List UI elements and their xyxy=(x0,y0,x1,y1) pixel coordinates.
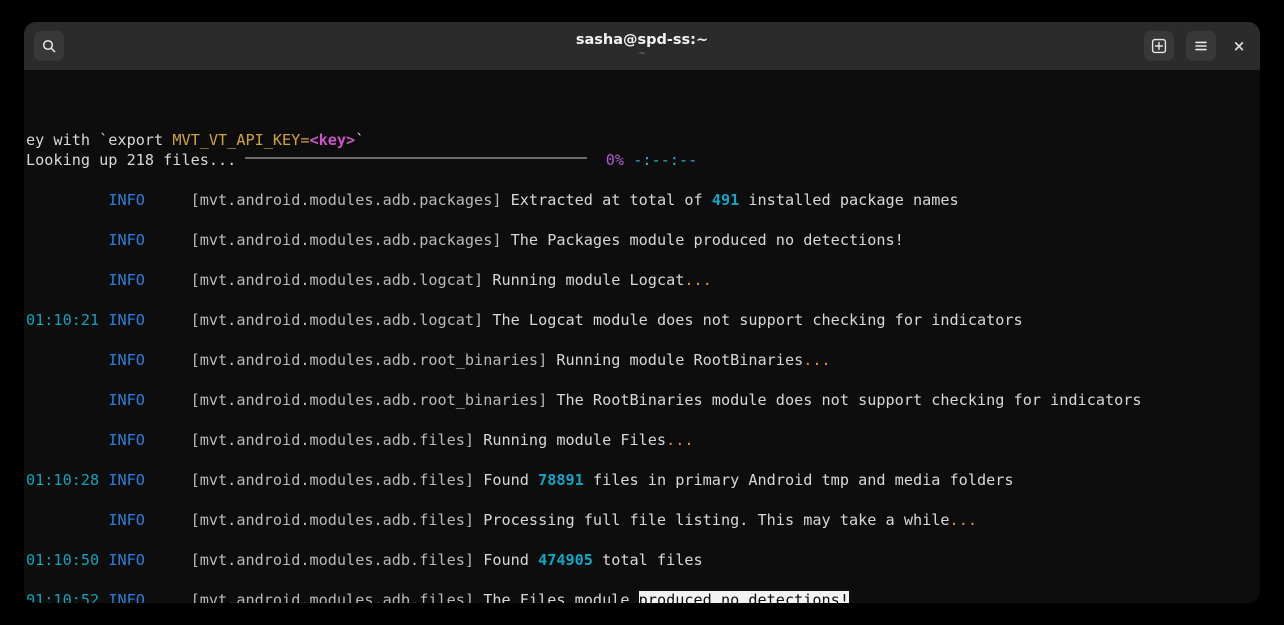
log-timestamp: 01:10:50 xyxy=(26,551,100,569)
log-message-tail: files in primary Android tmp and media f… xyxy=(583,471,1014,489)
progress-bar xyxy=(245,156,588,159)
log-line: INFO [mvt.android.modules.adb.root_binar… xyxy=(26,350,1260,370)
close-icon[interactable]: × xyxy=(1228,35,1250,57)
log-level: INFO xyxy=(108,551,145,569)
log-timestamp: 01:10:28 xyxy=(26,471,100,489)
partial-line-prefix: ey with `export xyxy=(26,131,173,149)
window-title: sasha@spd-ss:~ xyxy=(575,32,709,48)
log-level: INFO xyxy=(108,391,145,409)
progress-line: Looking up 218 files... 0% -:--:-- xyxy=(26,150,1260,170)
log-module: [mvt.android.modules.adb.root_binaries] xyxy=(190,351,548,369)
log-level: INFO xyxy=(108,431,145,449)
log-line: INFO [mvt.android.modules.adb.files] Run… xyxy=(26,430,1260,450)
log-module: [mvt.android.modules.adb.files] xyxy=(190,551,475,569)
log-module: [mvt.android.modules.adb.files] xyxy=(190,471,475,489)
env-var-placeholder: <key> xyxy=(309,131,356,149)
log-level: INFO xyxy=(108,511,145,529)
log-line: 01:10:28 INFO [mvt.android.modules.adb.f… xyxy=(26,470,1260,490)
new-tab-icon[interactable] xyxy=(1144,31,1174,61)
log-level: INFO xyxy=(108,311,145,329)
log-message-tail: installed package names xyxy=(739,191,959,209)
terminal-window: sasha@spd-ss:~ ~ × ey with `export MVT_V… xyxy=(24,22,1260,603)
progress-eta: -:--:-- xyxy=(633,151,698,169)
log-line: 01:10:52 INFO [mvt.android.modules.adb.f… xyxy=(26,590,1260,603)
env-var-name: MVT_VT_API_KEY= xyxy=(172,131,310,149)
log-ellipsis: ... xyxy=(803,351,831,369)
log-module: [mvt.android.modules.adb.packages] xyxy=(190,231,502,249)
scrollback-partial-line: ey with `export MVT_VT_API_KEY=<key>` xyxy=(26,130,1260,150)
log-module: [mvt.android.modules.adb.packages] xyxy=(190,191,502,209)
log-module: [mvt.android.modules.adb.logcat] xyxy=(190,311,484,329)
log-timestamp xyxy=(26,431,99,449)
log-level: INFO xyxy=(108,471,145,489)
partial-line-suffix: ` xyxy=(355,131,365,149)
window-subtitle: ~ xyxy=(638,49,646,59)
log-message-tail: total files xyxy=(592,551,703,569)
log-timestamp xyxy=(26,351,99,369)
log-number: 474905 xyxy=(538,551,593,569)
log-message: Found xyxy=(474,551,539,569)
log-message: Found xyxy=(474,471,539,489)
log-number: 491 xyxy=(711,191,740,209)
search-icon[interactable] xyxy=(34,31,64,61)
window-title-block: sasha@spd-ss:~ ~ xyxy=(24,22,1260,70)
window-controls: × xyxy=(1144,31,1250,61)
title-bar: sasha@spd-ss:~ ~ × xyxy=(24,22,1260,70)
progress-label: Looking up 218 files... xyxy=(26,151,237,169)
hamburger-menu-icon[interactable] xyxy=(1186,31,1216,61)
log-ellipsis: ... xyxy=(666,431,694,449)
selected-text: produced no detections! xyxy=(638,591,849,603)
terminal-body[interactable]: ey with `export MVT_VT_API_KEY=<key>` Loo… xyxy=(24,70,1260,603)
log-message: The Files module xyxy=(474,591,639,603)
log-timestamp xyxy=(26,391,99,409)
log-level: INFO xyxy=(108,191,145,209)
log-timestamp xyxy=(26,271,99,289)
log-message: Running module Logcat xyxy=(483,271,685,289)
log-message: The RootBinaries module does not support… xyxy=(547,391,1142,409)
log-module: [mvt.android.modules.adb.root_binaries] xyxy=(190,391,548,409)
log-line: INFO [mvt.android.modules.adb.packages] … xyxy=(26,230,1260,250)
log-timestamp xyxy=(26,191,99,209)
log-line: INFO [mvt.android.modules.adb.root_binar… xyxy=(26,390,1260,410)
log-ellipsis: ... xyxy=(684,271,712,289)
log-message: Running module Files xyxy=(474,431,667,449)
log-module: [mvt.android.modules.adb.files] xyxy=(190,431,475,449)
log-message: The Packages module produced no detectio… xyxy=(501,231,904,249)
log-timestamp: 01:10:52 xyxy=(26,591,100,603)
log-message: Processing full file listing. This may t… xyxy=(474,511,950,529)
log-message: Extracted at total of xyxy=(501,191,712,209)
log-level: INFO xyxy=(108,591,145,603)
progress-percent: 0% xyxy=(605,151,625,169)
log-module: [mvt.android.modules.adb.logcat] xyxy=(190,271,484,289)
log-timestamp xyxy=(26,231,99,249)
log-timestamp xyxy=(26,511,99,529)
log-level: INFO xyxy=(108,271,145,289)
log-number: 78891 xyxy=(538,471,584,489)
log-line: 01:10:21 INFO [mvt.android.modules.adb.l… xyxy=(26,310,1260,330)
log-module: [mvt.android.modules.adb.files] xyxy=(190,591,475,603)
terminal-output: ey with `export MVT_VT_API_KEY=<key>` Loo… xyxy=(26,70,1260,603)
log-line: INFO [mvt.android.modules.adb.logcat] Ru… xyxy=(26,270,1260,290)
log-level: INFO xyxy=(108,351,145,369)
log-line: 01:10:50 INFO [mvt.android.modules.adb.f… xyxy=(26,550,1260,570)
log-timestamp: 01:10:21 xyxy=(26,311,100,329)
log-message: The Logcat module does not support check… xyxy=(483,311,1023,329)
log-module: [mvt.android.modules.adb.files] xyxy=(190,511,475,529)
log-line: INFO [mvt.android.modules.adb.packages] … xyxy=(26,190,1260,210)
log-message: Running module RootBinaries xyxy=(547,351,804,369)
log-ellipsis: ... xyxy=(949,511,977,529)
log-line: INFO [mvt.android.modules.adb.files] Pro… xyxy=(26,510,1260,530)
log-level: INFO xyxy=(108,231,145,249)
